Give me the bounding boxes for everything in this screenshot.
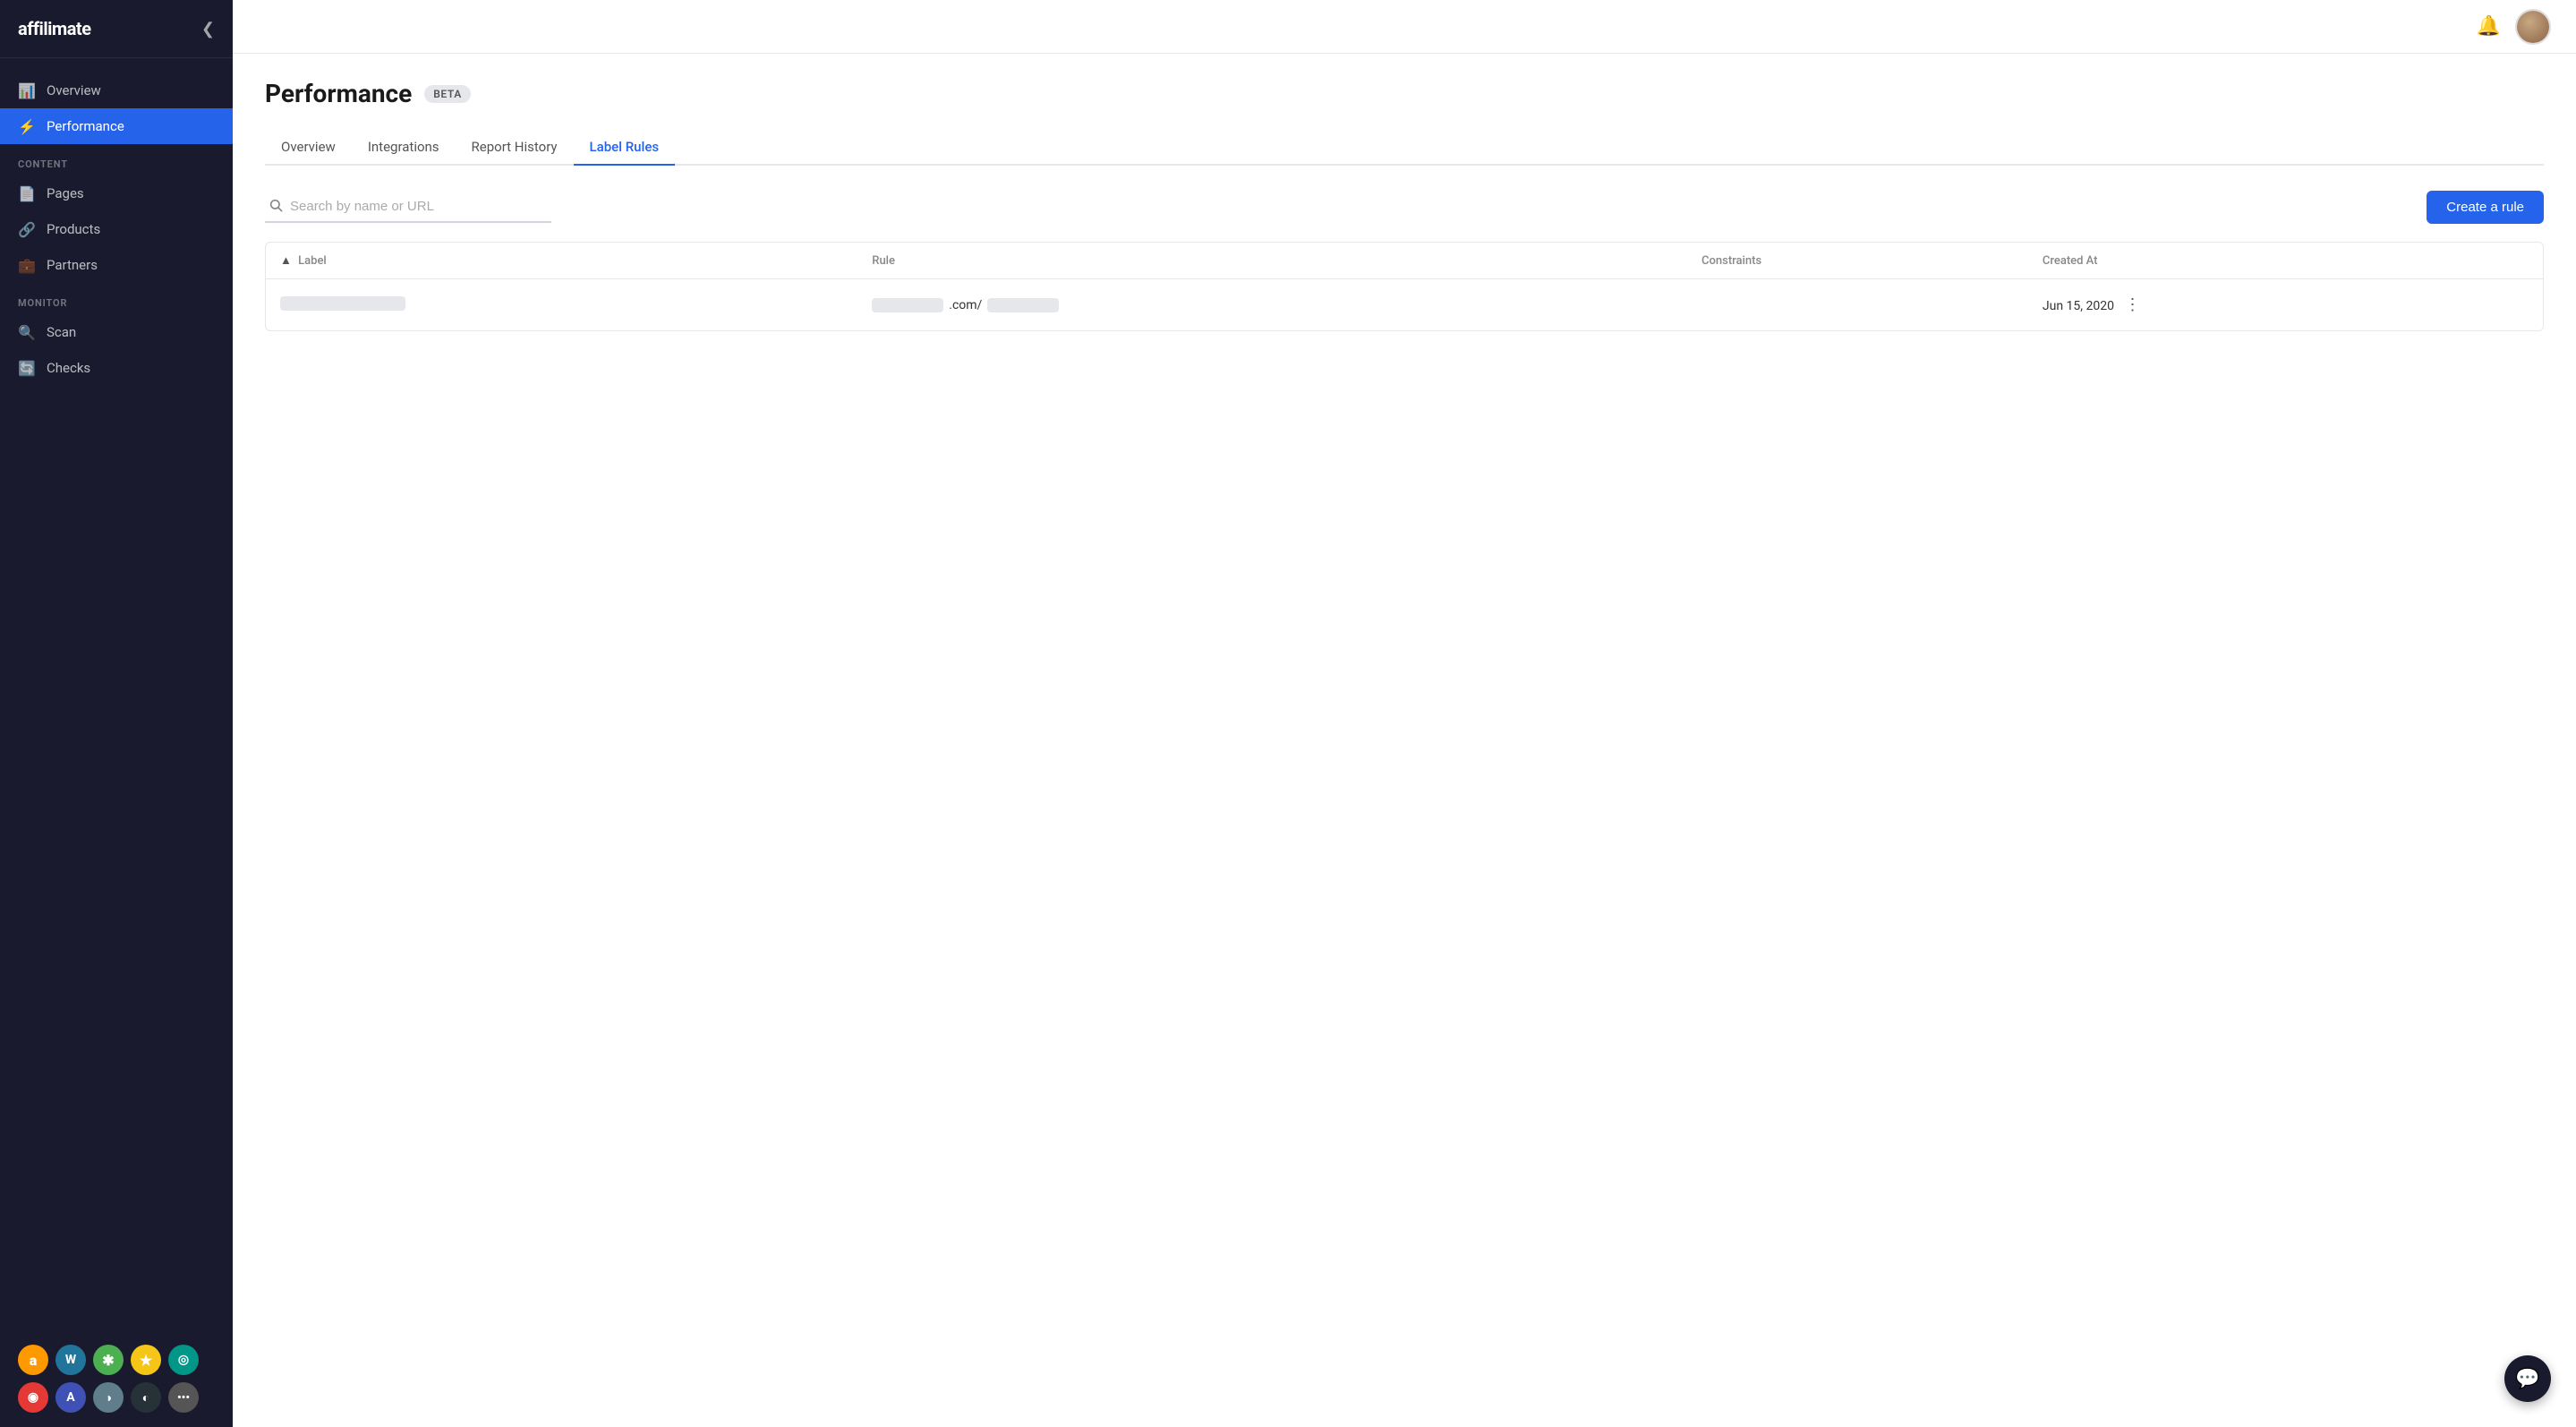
overview-icon: 📊: [18, 81, 36, 99]
table-row: .com/ Jun 15, 2020 ⋮: [266, 279, 2543, 331]
topbar: 🔔: [233, 0, 2576, 54]
cell-constraints: [1687, 279, 2028, 331]
col-header-created-at: Created At: [2028, 243, 2543, 279]
sidebar-item-pages[interactable]: 📄 Pages: [0, 175, 233, 211]
sidebar-item-partners[interactable]: 💼 Partners: [0, 247, 233, 283]
user-avatar[interactable]: [2515, 9, 2551, 45]
topbar-actions: 🔔: [2477, 9, 2551, 45]
tab-label-rules[interactable]: Label Rules: [574, 130, 676, 166]
content-section-label: CONTENT: [0, 144, 233, 175]
sidebar-item-label: Partners: [47, 257, 98, 273]
sidebar-nav: 📊 Overview ⚡ Performance CONTENT 📄 Pages…: [0, 58, 233, 400]
products-icon: 🔗: [18, 220, 36, 238]
partner-logo-wp[interactable]: W: [55, 1345, 86, 1375]
sidebar: affilimate ❮ 📊 Overview ⚡ Performance CO…: [0, 0, 233, 1427]
sidebar-toggle-button[interactable]: ❮: [201, 20, 215, 38]
partner-logo-amazon[interactable]: a: [18, 1345, 48, 1375]
sidebar-item-performance[interactable]: ⚡ Performance: [0, 108, 233, 144]
tab-overview[interactable]: Overview: [265, 130, 352, 166]
monitor-section-label: MONITOR: [0, 283, 233, 314]
performance-icon: ⚡: [18, 117, 36, 135]
col-header-constraints: Constraints: [1687, 243, 2028, 279]
page-title: Performance: [265, 79, 412, 108]
partner-logo-green[interactable]: ✱: [93, 1345, 124, 1375]
search-wrapper: [265, 192, 551, 223]
avatar-image: [2517, 11, 2549, 43]
sidebar-item-label: Scan: [47, 324, 76, 340]
sidebar-item-label: Performance: [47, 118, 124, 134]
partner-logo-red[interactable]: ◉: [18, 1382, 48, 1413]
notification-bell-icon[interactable]: 🔔: [2477, 15, 2501, 38]
chat-icon: 💬: [2515, 1368, 2539, 1390]
sidebar-item-checks[interactable]: 🔄 Checks: [0, 350, 233, 386]
checks-icon: 🔄: [18, 359, 36, 377]
sidebar-item-overview[interactable]: 📊 Overview: [0, 73, 233, 108]
scan-icon: 🔍: [18, 323, 36, 341]
label-skeleton: [280, 296, 405, 311]
sidebar-item-label: Checks: [47, 360, 90, 376]
partners-icon: 💼: [18, 256, 36, 274]
search-input[interactable]: [290, 199, 541, 214]
table-header-row: ▲ Label Rule Constraints Created At: [266, 243, 2543, 279]
rules-table: ▲ Label Rule Constraints Created At: [266, 243, 2543, 330]
rule-suffix-skeleton: [987, 298, 1059, 312]
sidebar-item-label: Products: [47, 221, 100, 237]
col-header-label[interactable]: ▲ Label: [266, 243, 857, 279]
page-area: Performance BETA Overview Integrations R…: [233, 54, 2576, 1427]
rule-text: .com/: [949, 298, 982, 312]
rule-prefix-skeleton: [872, 298, 943, 312]
cell-rule: .com/: [857, 279, 1687, 331]
tab-report-history[interactable]: Report History: [456, 130, 574, 166]
partner-logo-more[interactable]: •••: [168, 1382, 199, 1413]
sidebar-item-label: Overview: [47, 82, 101, 98]
main-content: 🔔 Performance BETA Overview Integrations…: [233, 0, 2576, 1427]
beta-badge: BETA: [424, 85, 471, 103]
col-header-rule: Rule: [857, 243, 1687, 279]
chat-bubble-button[interactable]: 💬: [2504, 1355, 2551, 1402]
partner-logo-dark[interactable]: ◐: [131, 1382, 161, 1413]
cell-label: [266, 279, 857, 331]
partner-logo-teal[interactable]: ◎: [168, 1345, 199, 1375]
partner-logo-star[interactable]: ★: [131, 1345, 161, 1375]
page-header: Performance BETA: [265, 79, 2544, 108]
partner-logo-gray1[interactable]: ◑: [93, 1382, 124, 1413]
row-menu-button[interactable]: ⋮: [2117, 292, 2147, 318]
cell-created-at: Jun 15, 2020 ⋮: [2028, 279, 2543, 331]
pages-icon: 📄: [18, 184, 36, 202]
create-rule-button[interactable]: Create a rule: [2427, 191, 2544, 224]
sidebar-item-label: Pages: [47, 185, 84, 201]
sidebar-item-products[interactable]: 🔗 Products: [0, 211, 233, 247]
tab-bar: Overview Integrations Report History Lab…: [265, 130, 2544, 166]
content-toolbar: Create a rule: [265, 191, 2544, 224]
sidebar-header: affilimate ❮: [0, 0, 233, 58]
rules-table-container: ▲ Label Rule Constraints Created At: [265, 242, 2544, 331]
app-logo: affilimate: [18, 18, 91, 39]
tab-integrations[interactable]: Integrations: [352, 130, 456, 166]
search-icon: [269, 198, 283, 216]
partner-logo-blue2[interactable]: A: [55, 1382, 86, 1413]
partner-logos: a W ✱ ★ ◎ ◉ A ◑ ◐ •••: [0, 1330, 233, 1427]
sidebar-item-scan[interactable]: 🔍 Scan: [0, 314, 233, 350]
sort-arrow-icon: ▲: [280, 254, 292, 268]
